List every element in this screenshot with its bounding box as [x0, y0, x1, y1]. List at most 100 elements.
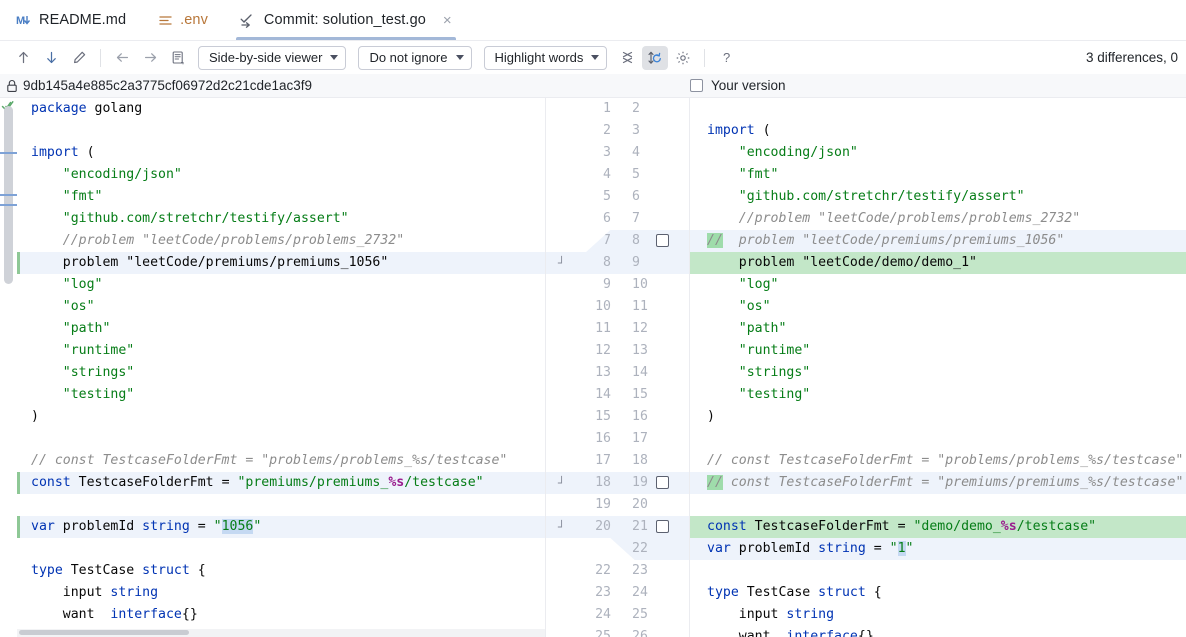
code-line[interactable]: "strings": [690, 362, 1186, 384]
left-line-number: 21: [595, 541, 611, 556]
fold-marker[interactable]: ┘: [558, 252, 565, 274]
code-line[interactable]: input string: [17, 582, 545, 604]
code-line[interactable]: // const TestcaseFolderFmt = "problems/p…: [690, 450, 1186, 472]
code-line[interactable]: problem "leetCode/premiums/premiums_1056…: [17, 252, 545, 274]
left-panel-header: 9db145a4e885c2a3775cf06972d2c21cde1ac3f9: [0, 74, 545, 97]
code-line[interactable]: "fmt": [17, 186, 545, 208]
code-line[interactable]: [690, 494, 1186, 516]
code-line[interactable]: "log": [690, 274, 1186, 296]
code-token: 1056: [221, 519, 254, 534]
code-line[interactable]: "runtime": [690, 340, 1186, 362]
diff-marker[interactable]: [0, 152, 17, 154]
right-line-number: 7: [632, 211, 640, 226]
collapse-unchanged-icon[interactable]: [614, 46, 640, 70]
code-line[interactable]: [17, 538, 545, 560]
gutter-row: ┘ 18 19: [546, 472, 689, 494]
code-line[interactable]: "github.com/stretchr/testify/assert": [17, 208, 545, 230]
code-line[interactable]: [690, 98, 1186, 120]
highlight-mode-select[interactable]: Highlight words: [483, 45, 608, 70]
code-line[interactable]: [17, 494, 545, 516]
pencil-icon[interactable]: [66, 46, 92, 70]
code-line[interactable]: const TestcaseFolderFmt = "premiums/prem…: [17, 472, 545, 494]
code-line[interactable]: var problemId string = "1056": [17, 516, 545, 538]
tab-commit-solution-test-go[interactable]: Commit: solution_test.go ×: [224, 0, 468, 40]
arrow-right-icon[interactable]: [137, 46, 163, 70]
code-line[interactable]: var problemId string = "1": [690, 538, 1186, 560]
code-line[interactable]: "testing": [17, 384, 545, 406]
arrow-down-icon[interactable]: [38, 46, 64, 70]
your-version-checkbox[interactable]: [690, 79, 703, 92]
code-token: interface: [110, 607, 182, 622]
fold-marker[interactable]: ┘: [558, 472, 565, 494]
left-code-pane[interactable]: package golang import ( "encoding/json" …: [17, 98, 545, 637]
accept-change-checkbox[interactable]: [656, 234, 669, 247]
arrow-up-icon[interactable]: [10, 46, 36, 70]
code-line[interactable]: "strings": [17, 362, 545, 384]
document-icon[interactable]: [165, 46, 191, 70]
code-line[interactable]: problem "leetCode/demo/demo_1": [690, 252, 1186, 274]
code-line[interactable]: [690, 428, 1186, 450]
diff-marker[interactable]: [0, 204, 17, 206]
code-line[interactable]: [690, 560, 1186, 582]
code-line[interactable]: input string: [690, 604, 1186, 626]
code-token: TestCase: [746, 585, 819, 600]
code-line[interactable]: // const TestcaseFolderFmt = "problems/p…: [17, 450, 545, 472]
tab-readme-md[interactable]: M README.md: [0, 0, 142, 40]
tab-env[interactable]: .env: [142, 0, 224, 40]
code-line[interactable]: "encoding/json": [17, 164, 545, 186]
right-line-number: 14: [632, 365, 648, 380]
code-line[interactable]: package golang: [17, 98, 545, 120]
code-line[interactable]: want interface{}: [17, 604, 545, 626]
code-line[interactable]: //problem "leetCode/problems/problems_27…: [17, 230, 545, 252]
lock-icon: [6, 79, 18, 93]
fold-marker[interactable]: ┘: [558, 516, 565, 538]
code-line[interactable]: //problem "leetCode/problems/problems_27…: [690, 208, 1186, 230]
right-line-number: 6: [632, 189, 640, 204]
code-line[interactable]: type TestCase struct {: [17, 560, 545, 582]
diff-gutter[interactable]: 1 2 2 3 3 4 4 5 5 6 6 7 7 8 ┘ 8 9 9 10 10 11 11 12 12 13 13 14 14 15…: [545, 98, 690, 637]
viewer-mode-label: Side-by-side viewer: [209, 50, 323, 65]
diff-marker[interactable]: [0, 194, 17, 196]
code-line[interactable]: "os": [690, 296, 1186, 318]
ignore-mode-select[interactable]: Do not ignore: [358, 45, 472, 70]
code-line[interactable]: // problem "leetCode/premiums/premiums_1…: [690, 230, 1186, 252]
code-line[interactable]: "log": [17, 274, 545, 296]
code-line[interactable]: [17, 428, 545, 450]
question-mark-icon[interactable]: ?: [713, 46, 739, 70]
code-line[interactable]: const TestcaseFolderFmt = "demo/demo_%s/…: [690, 516, 1186, 538]
left-hscroll-thumb[interactable]: [19, 630, 189, 635]
right-code-pane[interactable]: import ( "encoding/json" "fmt" "github.c…: [690, 98, 1186, 637]
code-line[interactable]: "path": [17, 318, 545, 340]
code-line[interactable]: // const TestcaseFolderFmt = "premiums/p…: [690, 472, 1186, 494]
gear-icon[interactable]: [670, 46, 696, 70]
code-line[interactable]: "os": [17, 296, 545, 318]
code-line[interactable]: "testing": [690, 384, 1186, 406]
difference-count-label: 3 differences, 0: [1085, 50, 1178, 65]
code-line[interactable]: [17, 120, 545, 142]
close-icon[interactable]: ×: [443, 13, 452, 28]
left-horizontal-scrollbar[interactable]: [17, 629, 545, 637]
code-line[interactable]: type TestCase struct {: [690, 582, 1186, 604]
diff-scrollbar-markers[interactable]: [0, 98, 17, 637]
code-line[interactable]: ): [17, 406, 545, 428]
code-line[interactable]: "path": [690, 318, 1186, 340]
synchronize-scroll-icon[interactable]: [642, 45, 669, 70]
code-token: golang: [94, 101, 143, 116]
code-line[interactable]: ): [690, 406, 1186, 428]
code-line[interactable]: import (: [17, 142, 545, 164]
accept-change-checkbox[interactable]: [656, 520, 669, 533]
code-line[interactable]: want interface{}: [690, 626, 1186, 637]
right-line-number: 21: [632, 519, 648, 534]
gutter-row: 78: [546, 230, 689, 252]
code-line[interactable]: "fmt": [690, 164, 1186, 186]
viewer-mode-select[interactable]: Side-by-side viewer: [198, 45, 347, 70]
code-token: ): [707, 409, 715, 424]
code-line[interactable]: import (: [690, 120, 1186, 142]
code-line[interactable]: "runtime": [17, 340, 545, 362]
code-token: interface: [786, 629, 858, 637]
code-line[interactable]: "github.com/stretchr/testify/assert": [690, 186, 1186, 208]
accept-change-checkbox[interactable]: [656, 476, 669, 489]
arrow-left-icon[interactable]: [109, 46, 135, 70]
code-line[interactable]: "encoding/json": [690, 142, 1186, 164]
code-token: "encoding/json": [31, 167, 182, 182]
